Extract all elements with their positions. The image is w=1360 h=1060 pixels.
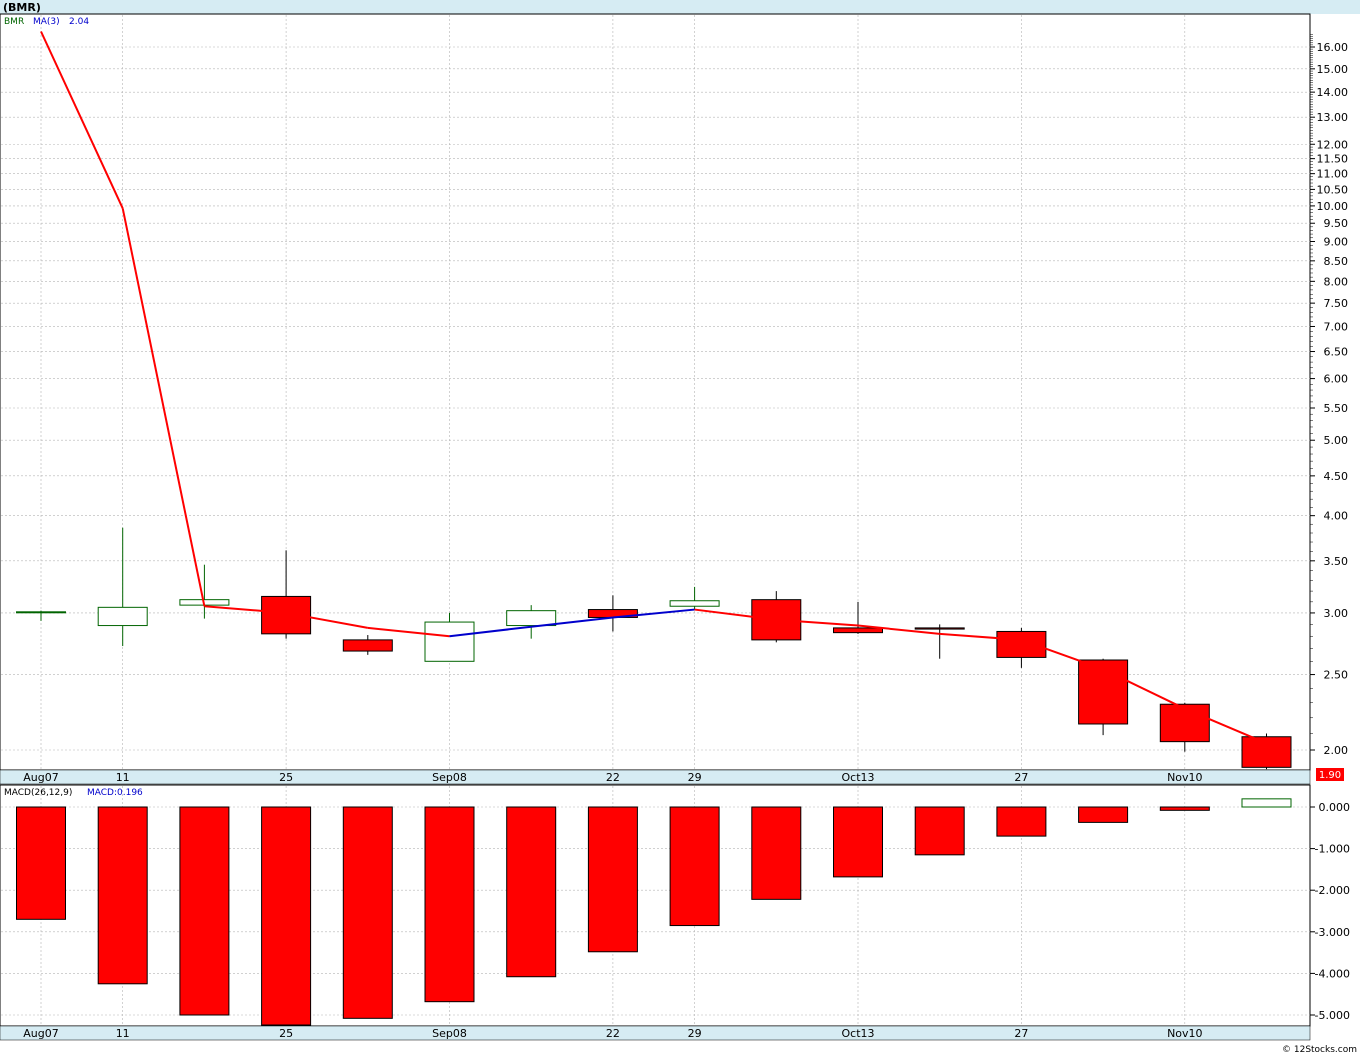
macd-x-label: Sep08 xyxy=(432,1027,467,1040)
price-tick-label: 4.00 xyxy=(1324,510,1349,523)
price-tick-label: 10.50 xyxy=(1317,183,1349,196)
macd-tick-label: -2.000 xyxy=(1315,884,1350,897)
macd-bar xyxy=(261,806,312,1026)
macd-bar xyxy=(669,806,720,927)
macd-bar xyxy=(1241,798,1292,808)
macd-bar xyxy=(751,806,802,900)
candle-body xyxy=(833,627,883,634)
macd-tick-label: -1.000 xyxy=(1315,843,1350,856)
macd-bar xyxy=(179,806,230,1016)
price-tick-label: 9.00 xyxy=(1324,236,1349,249)
candle-body xyxy=(914,627,965,630)
price-tick-label: 2.00 xyxy=(1324,744,1349,757)
chart-stage: (BMR) 16.00 15.00 14.00 13.00 12.00 11.50 11.0… xyxy=(0,0,1360,1056)
price-tick-label: 7.00 xyxy=(1324,320,1349,333)
watermark: © 12Stocks.com xyxy=(1282,1045,1357,1055)
macd-value: MACD:0.196 xyxy=(87,788,143,798)
macd-x-label: 25 xyxy=(279,1027,293,1040)
price-tick-label: 8.00 xyxy=(1324,275,1349,288)
price-tick-label: 10.00 xyxy=(1317,200,1349,213)
macd-bar xyxy=(1159,806,1210,811)
macd-bar xyxy=(506,806,557,978)
price-x-label: Aug07 xyxy=(23,771,58,784)
macd-bar xyxy=(996,806,1047,837)
price-tick-label: 11.00 xyxy=(1317,168,1349,181)
price-tick-label: 2.50 xyxy=(1324,669,1349,682)
macd-bar xyxy=(342,806,393,1019)
macd-x-label: Oct13 xyxy=(841,1027,874,1040)
price-tick-label: 16.00 xyxy=(1317,41,1349,54)
stock-chart: (BMR) 16.00 15.00 14.00 13.00 12.00 11.50 11.0… xyxy=(0,0,1360,1055)
price-tick-label: 3.50 xyxy=(1324,555,1349,568)
macd-params: MACD(26,12,9) xyxy=(4,788,72,798)
price-tick-label: 15.00 xyxy=(1317,63,1349,76)
price-x-label: 11 xyxy=(116,771,130,784)
price-tick-label: 6.50 xyxy=(1324,346,1349,359)
price-tick-label: 6.00 xyxy=(1324,373,1349,386)
price-tick-label: 7.50 xyxy=(1324,297,1349,310)
legend-symbol: BMR xyxy=(4,17,24,27)
macd-x-label: 27 xyxy=(1014,1027,1028,1040)
macd-x-label: 11 xyxy=(116,1027,130,1040)
macd-bar xyxy=(424,806,475,1003)
macd-tick-label: -4.000 xyxy=(1315,967,1350,980)
macd-y-axis: 0.000 -1.000 -2.000 -3.000 -4.000 -5.000 xyxy=(1310,801,1350,1022)
macd-tick-label: -3.000 xyxy=(1315,926,1350,939)
price-panel xyxy=(0,13,1311,771)
price-tick-label: 14.00 xyxy=(1317,86,1349,99)
macd-bar xyxy=(914,806,965,856)
candle-body xyxy=(996,630,1047,658)
candle-body xyxy=(97,606,148,627)
price-tick-label: 11.50 xyxy=(1317,153,1349,166)
chart-title: (BMR) xyxy=(3,1,41,14)
price-tick-label: 13.00 xyxy=(1317,111,1349,124)
price-tick-label: 3.00 xyxy=(1324,607,1349,620)
macd-tick-label: 0.000 xyxy=(1319,801,1351,814)
price-tick-label: 8.50 xyxy=(1324,255,1349,268)
macd-x-label: Nov10 xyxy=(1167,1027,1202,1040)
macd-bar xyxy=(97,806,148,985)
price-tick-label: 4.50 xyxy=(1324,470,1349,483)
candle-body xyxy=(16,611,66,614)
price-x-label: 25 xyxy=(279,771,293,784)
macd-bar xyxy=(1078,806,1129,823)
price-x-label: 29 xyxy=(688,771,702,784)
price-x-label: Sep08 xyxy=(432,771,467,784)
macd-x-label: 29 xyxy=(688,1027,702,1040)
macd-tick-label: -5.000 xyxy=(1315,1009,1350,1022)
price-x-label: 27 xyxy=(1014,771,1028,784)
price-x-label: 22 xyxy=(606,771,620,784)
candle-body xyxy=(342,639,393,652)
macd-bar xyxy=(16,806,66,920)
candle-body xyxy=(1159,703,1210,743)
macd-bar xyxy=(833,806,883,878)
candle-body xyxy=(424,621,475,662)
price-x-label: Oct13 xyxy=(841,771,874,784)
legend-ma-label: MA(3) xyxy=(33,17,60,27)
price-x-axis-bar xyxy=(0,769,1311,785)
price-tick-label: 12.00 xyxy=(1317,138,1349,151)
macd-bar xyxy=(587,806,638,953)
price-tick-label: 5.50 xyxy=(1324,402,1349,415)
price-tick-label: 9.50 xyxy=(1324,217,1349,230)
price-x-label: Nov10 xyxy=(1167,771,1202,784)
price-tick-label: 5.00 xyxy=(1324,434,1349,447)
price-y-axis: 16.00 15.00 14.00 13.00 12.00 11.50 11.00 10.50… xyxy=(1310,34,1349,757)
candle-body xyxy=(1241,736,1292,768)
title-bar xyxy=(0,0,1360,14)
last-price-value: 1.90 xyxy=(1319,770,1341,781)
legend-ma-value: 2.04 xyxy=(69,17,89,27)
macd-x-label: Aug07 xyxy=(23,1027,58,1040)
macd-x-label: 22 xyxy=(606,1027,620,1040)
macd-x-axis-bar xyxy=(0,1025,1311,1041)
candle-body xyxy=(669,600,720,607)
candle-body xyxy=(506,610,557,627)
